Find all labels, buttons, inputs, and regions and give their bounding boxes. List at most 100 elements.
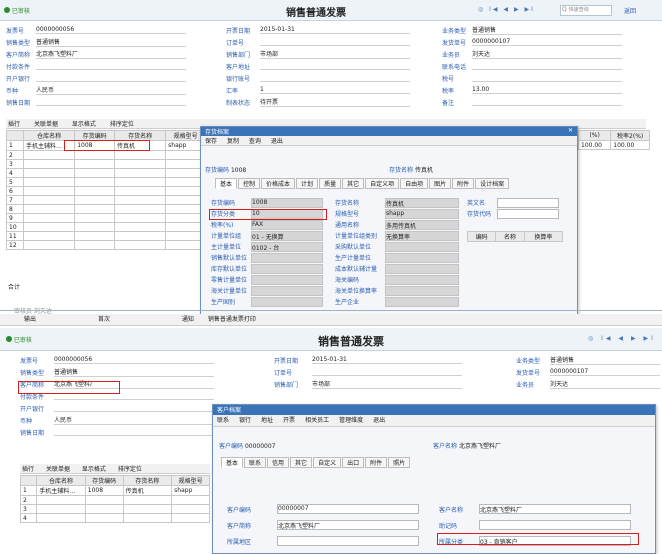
table-row[interactable]: 4 [5,168,206,178]
table-cell-warehouse[interactable] [23,213,76,223]
field-value[interactable] [54,428,214,436]
field-value[interactable]: 0000000107 [550,368,660,376]
field-value[interactable]: 0000000107 [472,38,622,46]
table-row[interactable]: 9 [5,213,206,223]
toolbar-linked-docs[interactable]: 关联单据 [34,121,58,128]
tab-item[interactable]: 质量 [319,178,342,189]
field-value[interactable]: 传真机 [385,197,459,208]
field-value[interactable]: 北京燕飞塑料厂 [479,504,631,514]
field-value[interactable] [36,62,186,70]
field-value[interactable] [260,62,410,70]
field-value[interactable]: 人民币 [54,415,214,425]
table-cell-warehouse[interactable] [23,186,76,196]
table-row[interactable]: 2 [5,150,206,160]
field-value[interactable]: 01 - 无换算 [251,230,323,241]
close-icon[interactable]: ✕ [568,127,573,134]
field-value[interactable] [385,263,459,274]
field-value[interactable]: 普通销售 [472,25,622,35]
toolbar-insert-row[interactable]: 插行 [22,466,34,473]
output-button[interactable]: 输出 [24,316,36,323]
table-cell-code[interactable] [74,222,115,232]
search-box[interactable]: Q 快速查询 [560,5,612,16]
field-value[interactable]: 北京燕飞塑料厂 [36,49,186,59]
field-value[interactable]: shapp [385,208,459,219]
back-button[interactable]: 返回 [624,6,636,15]
table-cell-name[interactable] [113,177,167,187]
table-cell-code[interactable] [84,504,124,514]
table-cell-name[interactable] [113,195,167,205]
tab-item[interactable]: 自由项 [400,178,429,189]
table-row[interactable]: 3 [19,504,210,514]
first-button[interactable]: 首次 [98,316,110,323]
field-value[interactable] [251,296,323,307]
toolbar-button[interactable]: 相关员工 [305,417,329,424]
table-cell-code[interactable] [74,168,115,178]
field-value[interactable]: 市场部 [260,49,410,59]
table-cell-warehouse[interactable] [36,513,86,523]
table-cell-name[interactable] [113,240,167,250]
table-row[interactable]: 12 [5,240,206,250]
table-cell-name[interactable] [113,213,167,223]
toolbar-button[interactable]: 地址 [261,417,273,424]
table-cell-warehouse[interactable] [23,240,76,250]
field-value[interactable] [472,62,622,70]
table-cell-code[interactable] [84,495,124,505]
table-cell-name[interactable] [113,231,167,241]
field-value[interactable] [385,241,459,252]
tab-item[interactable]: 基本 [215,178,238,189]
field-value[interactable] [251,274,323,285]
table-row[interactable]: 4 [19,513,210,523]
table-cell-code[interactable] [74,177,115,187]
field-value[interactable]: 普通销售 [550,355,660,365]
table-cell-name[interactable] [113,222,167,232]
field-value[interactable]: 普通销售 [54,367,214,377]
field-value[interactable]: 多用传真机 [385,219,459,230]
table-cell-code[interactable] [74,240,115,250]
field-value[interactable]: 1 [260,86,410,94]
table-cell-warehouse[interactable] [23,195,76,205]
field-value[interactable]: FAX [251,219,323,230]
table-cell-code[interactable]: 1008 [84,485,124,496]
table-row[interactable]: 6 [5,186,206,196]
table-cell-name[interactable] [122,504,173,514]
table-cell-code[interactable] [74,195,115,205]
table-cell-name[interactable] [113,168,167,178]
table-row[interactable]: 1 手机主辅料… 1008 传真机 shapp [19,485,210,496]
table-cell-code[interactable] [74,150,115,160]
field-value[interactable]: 刘天达 [550,379,660,389]
table-cell-code[interactable] [74,204,115,214]
cell-tax[interactable]: 100.00 [577,140,612,150]
exit-button[interactable]: 退出 [271,138,283,145]
tab-item[interactable]: 设计档案 [475,178,510,189]
toolbar-linked-docs[interactable]: 关联单据 [46,466,70,473]
tab-item[interactable]: 价格成本 [261,178,296,189]
table-cell-warehouse[interactable] [36,495,86,505]
field-value[interactable] [260,74,410,82]
bottom-nav-controls[interactable]: ◎ I◀ ◀ ▶ ▶I [588,335,656,342]
field-value[interactable]: 无换算率 [385,230,459,241]
field-value[interactable]: 刘天达 [472,49,622,59]
field-value[interactable]: 00000007 [277,504,419,514]
field-value[interactable] [385,274,459,285]
table-cell-name[interactable] [113,204,167,214]
field-value[interactable] [251,285,323,296]
field-value[interactable] [54,404,214,412]
table-row[interactable]: 10 [5,222,206,232]
table-cell-code[interactable] [74,213,115,223]
field-value[interactable]: 0000000056 [36,26,186,34]
table-cell-warehouse[interactable] [23,159,76,169]
toolbar-sort-locate[interactable]: 排序定位 [118,466,142,473]
table-cell-warehouse[interactable] [23,204,76,214]
notify-button[interactable]: 通知 [182,316,194,323]
table-cell-name[interactable] [113,150,167,160]
tab-item[interactable]: 计划 [296,178,319,189]
copy-button[interactable]: 复制 [227,138,239,145]
table-cell-code[interactable] [74,231,115,241]
tab-item[interactable]: 其它 [342,178,365,189]
table-cell-name[interactable] [113,159,167,169]
toolbar-display-format[interactable]: 显示格式 [82,466,106,473]
tab-item[interactable]: 自定义项 [365,178,400,189]
field-value[interactable]: 人民币 [36,85,186,95]
tab-item[interactable]: 基本 [221,457,244,468]
field-value[interactable] [385,252,459,263]
